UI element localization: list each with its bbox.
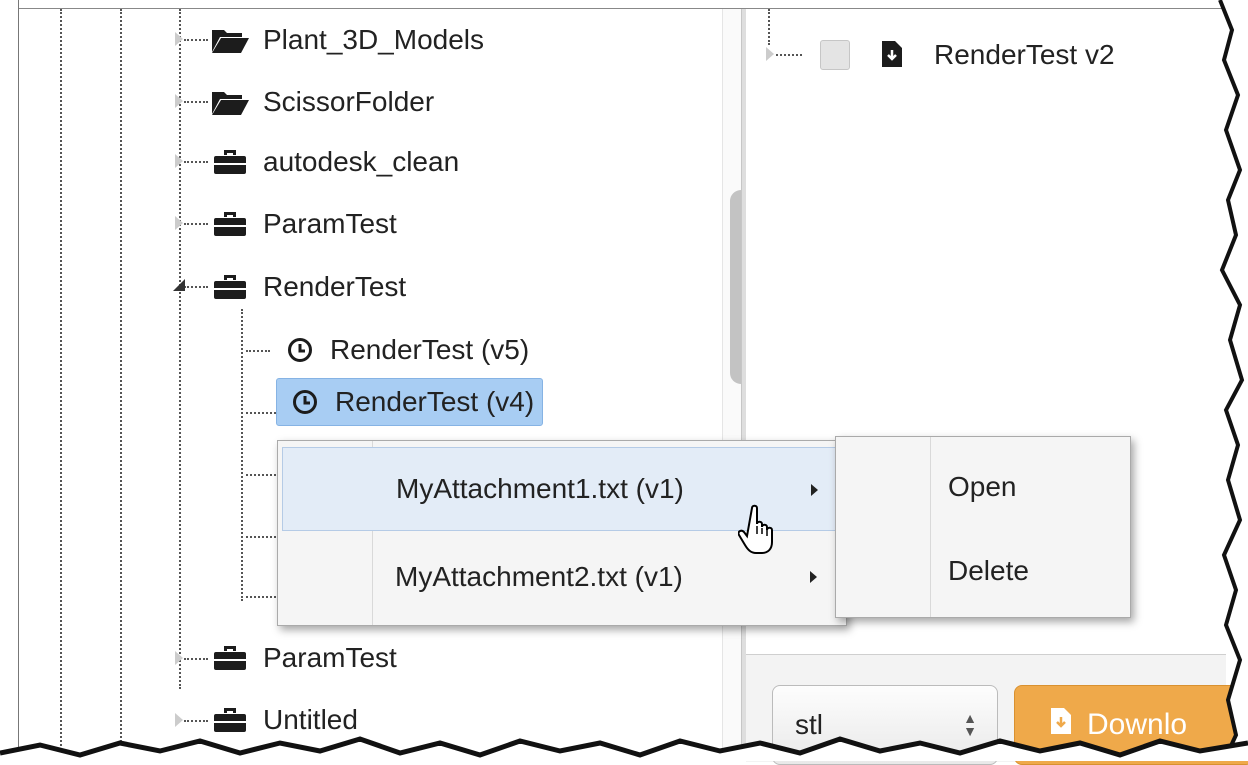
- tree-connector: [246, 412, 276, 414]
- version-item-label[interactable]: RenderTest v2: [934, 39, 1115, 71]
- tree-connector: [184, 720, 208, 722]
- tree-item-label: ScissorFolder: [263, 86, 435, 117]
- expand-arrow-icon[interactable]: [175, 651, 183, 665]
- tree-connector: [184, 101, 208, 103]
- briefcase-icon: [209, 704, 251, 736]
- tree-connector: [246, 536, 276, 538]
- tree-item-label: RenderTest: [263, 271, 407, 302]
- tree-item-scissorfolder[interactable]: ScissorFolder: [209, 79, 434, 125]
- context-submenu: Open Delete: [835, 436, 1131, 618]
- tree-item-rendertest-v5[interactable]: RenderTest (v5): [282, 327, 529, 373]
- menu-item-label: MyAttachment2.txt (v1): [395, 561, 683, 592]
- window-top-border: [0, 0, 1230, 9]
- tree-scrollbar-thumb[interactable]: [730, 190, 741, 384]
- tree-connector: [246, 596, 276, 598]
- expand-arrow-icon[interactable]: [175, 32, 183, 46]
- folder-open-icon: [209, 24, 251, 56]
- collapse-arrow-icon[interactable]: [171, 277, 187, 293]
- tree-item-label: Untitled: [263, 704, 358, 735]
- briefcase-icon: [209, 208, 251, 240]
- tree-item-paramtest-2[interactable]: ParamTest: [209, 635, 397, 681]
- briefcase-icon: [209, 271, 251, 303]
- window-left-border: [0, 0, 19, 761]
- item-checkbox[interactable]: [820, 40, 850, 70]
- file-download-icon: [880, 39, 904, 74]
- tree-item-rendertest-v4[interactable]: RenderTest (v4): [276, 378, 544, 426]
- menu-item-label: Open: [948, 471, 1017, 502]
- tree-item-label: RenderTest (v5): [330, 334, 530, 365]
- tree-item-label: Plant_3D_Models: [263, 24, 485, 55]
- tree-guide-line: [768, 9, 770, 45]
- tree-connector: [184, 658, 208, 660]
- tree-guide-line: [120, 9, 122, 761]
- clock-icon: [287, 386, 323, 418]
- submenu-arrow-icon: [811, 484, 818, 496]
- briefcase-icon: [209, 146, 251, 178]
- torn-edge-bottom: [0, 736, 1248, 761]
- expand-arrow-icon[interactable]: [766, 47, 774, 61]
- tree-item-paramtest[interactable]: ParamTest: [209, 201, 397, 247]
- tree-item-rendertest[interactable]: RenderTest: [209, 264, 406, 310]
- hand-cursor-icon: [738, 504, 773, 554]
- tree-guide-line: [241, 309, 243, 601]
- tree-item-plant-3d-models[interactable]: Plant_3D_Models: [209, 17, 484, 63]
- folder-tree-pane: Plant_3D_Models ScissorFolder autodesk_c…: [19, 9, 741, 761]
- folder-open-icon: [209, 86, 251, 118]
- briefcase-icon: [209, 642, 251, 674]
- tree-connector: [246, 350, 270, 352]
- tree-guide-line: [179, 9, 181, 689]
- tree-connector: [246, 474, 276, 476]
- torn-edge-right: [1218, 0, 1248, 761]
- menu-item-label: MyAttachment1.txt (v1): [396, 473, 684, 504]
- tree-scrollbar-track[interactable]: [722, 9, 741, 761]
- menu-item-open[interactable]: Open: [836, 445, 1130, 529]
- tree-item-label: RenderTest (v4): [335, 386, 535, 417]
- tree-connector: [776, 54, 802, 56]
- menu-item-delete[interactable]: Delete: [836, 529, 1130, 613]
- expand-arrow-icon[interactable]: [175, 216, 183, 230]
- tree-item-autodesk-clean[interactable]: autodesk_clean: [209, 139, 459, 185]
- tree-guide-line: [60, 9, 62, 761]
- detail-pane: RenderTest v2 stl ▲ ▼ Downlo: [746, 9, 1248, 765]
- expand-arrow-icon[interactable]: [175, 154, 183, 168]
- clock-icon: [282, 334, 318, 366]
- menu-item-label: Delete: [948, 555, 1029, 586]
- tree-item-label: autodesk_clean: [263, 146, 460, 177]
- tree-connector: [184, 161, 208, 163]
- tree-item-label: ParamTest: [263, 642, 397, 673]
- tree-item-label: ParamTest: [263, 208, 397, 239]
- expand-arrow-icon[interactable]: [175, 713, 183, 727]
- submenu-arrow-icon: [810, 571, 817, 583]
- tree-connector: [184, 223, 208, 225]
- tree-connector: [184, 39, 208, 41]
- tree-connector: [184, 286, 208, 288]
- expand-arrow-icon[interactable]: [175, 94, 183, 108]
